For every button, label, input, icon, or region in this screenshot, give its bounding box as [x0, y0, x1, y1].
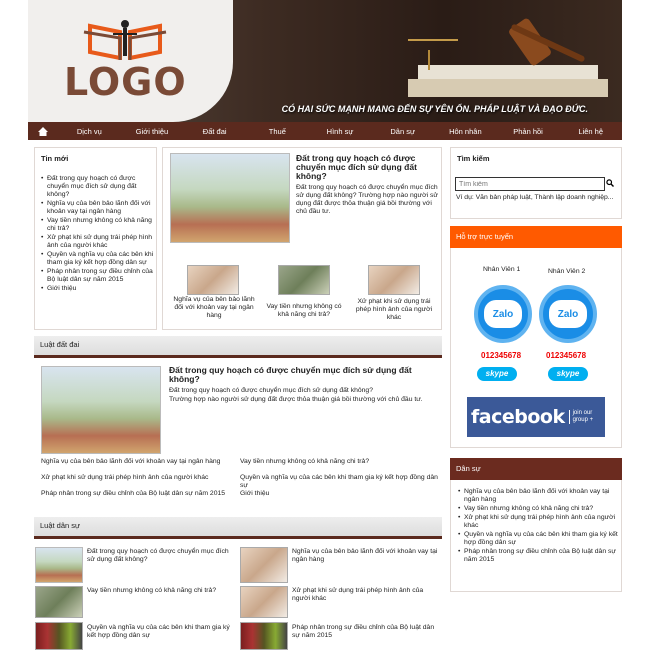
nav-hinh-su[interactable]: Hình sự [309, 127, 372, 136]
list-item[interactable]: Pháp nhân trong sự điều chỉnh của Bộ luậ… [41, 268, 156, 284]
related-image[interactable] [278, 265, 330, 295]
featured-box: Đất trong quy hoạch có được chuyển mục đ… [162, 147, 442, 330]
luat-dan-su-image[interactable] [240, 622, 288, 650]
gavel-icon [408, 18, 608, 97]
staff-phone[interactable]: 012345678 [546, 351, 586, 360]
staff-phone[interactable]: 012345678 [481, 351, 521, 360]
facebook-logo: facebook [471, 406, 565, 428]
related-link[interactable]: Xử phạt khi sử dụng trái phép hình ảnh c… [351, 298, 437, 322]
nav-phan-hoi[interactable]: Phản hồi [497, 127, 560, 136]
list-item[interactable]: Vay tiền nhưng không có khả năng chi trả… [458, 505, 620, 513]
list-item[interactable]: Nghĩa vụ của bên bảo lãnh đối với khoản … [458, 488, 620, 504]
nav-hon-nhan[interactable]: Hôn nhân [434, 127, 497, 136]
list-item[interactable]: Pháp nhân trong sự điều chỉnh của Bộ luậ… [458, 548, 620, 564]
nav-lien-he[interactable]: Liên hệ [559, 127, 622, 136]
support-title: Hỗ trợ trực tuyến [450, 226, 622, 248]
luat-dan-su-image[interactable] [35, 622, 83, 650]
nav-gioi-thieu[interactable]: Giới thiệu [121, 127, 184, 136]
logo-text: LOGO [64, 60, 187, 104]
zalo-icon[interactable]: Zalo [474, 285, 532, 343]
luat-dan-su-link[interactable]: Vay tiền nhưng không có khả năng chi trả… [87, 587, 237, 595]
zalo-icon[interactable]: Zalo [539, 285, 597, 343]
luat-dat-dai-link[interactable]: Pháp nhân trong sự điều chỉnh của Bộ luậ… [41, 490, 236, 498]
tin-moi-title: Tin mới [41, 154, 69, 163]
related-link[interactable]: Nghĩa vụ của bên bảo lãnh đối với khoản … [171, 296, 257, 320]
tin-moi-box: Tin mới Đất trong quy hoạch có được chuy… [34, 147, 157, 330]
staff-name: Nhân Viên 2 [548, 268, 586, 275]
luat-dan-su-image[interactable] [240, 547, 288, 583]
luat-dan-su-link[interactable]: Quyền và nghĩa vụ của các bên khi tham g… [87, 624, 237, 640]
slogan: CÓ HAI SỨC MẠNH MANG ĐẾN SỰ YÊN ỔN. PHÁP… [281, 104, 588, 114]
luat-dan-su-image[interactable] [240, 586, 288, 618]
header-banner: LOGO CÓ HAI SỨC MẠNH MANG ĐẾN SỰ YÊN ỔN.… [28, 0, 622, 122]
luat-dat-dai-link[interactable]: Xử phạt khi sử dụng trái phép hình ảnh c… [41, 474, 251, 482]
list-item[interactable]: Xử phạt khi sử dụng trái phép hình ảnh c… [458, 514, 620, 530]
skype-icon[interactable]: skype [477, 367, 517, 381]
skype-icon[interactable]: skype [548, 367, 588, 381]
luat-dan-su-link[interactable]: Nghĩa vụ của bên bảo lãnh đối với khoản … [292, 548, 440, 564]
list-item[interactable]: Giới thiệu [41, 285, 156, 293]
luat-dat-dai-image[interactable] [41, 366, 161, 454]
luat-dan-su-link[interactable]: Xử phạt khi sử dụng trái phép hình ảnh c… [292, 587, 440, 603]
search-hint: Ví dụ: Văn bản pháp luật, Thành lập doan… [456, 194, 614, 201]
luat-dat-dai-title: Luật đất đai [34, 336, 442, 358]
featured-image[interactable] [170, 153, 290, 243]
luat-dat-dai-desc2: Trường hợp nào người sử dụng đất được th… [169, 396, 423, 403]
logo-area[interactable]: LOGO [28, 0, 233, 122]
facebook-join-text: join our group + [568, 410, 593, 424]
list-item[interactable]: Đất trong quy hoạch có được chuyển mục đ… [41, 175, 156, 199]
luat-dat-dai-link[interactable]: Nghĩa vụ của bên bảo lãnh đối với khoản … [41, 458, 236, 466]
nav-dich-vu[interactable]: Dịch vụ [58, 127, 121, 136]
featured-title[interactable]: Đất trong quy hoạch có được chuyển mục đ… [296, 154, 436, 181]
luat-dan-su-link[interactable]: Đất trong quy hoạch có được chuyển mục đ… [87, 548, 237, 564]
list-item[interactable]: Quyền và nghĩa vụ của các bên khi tham g… [41, 251, 156, 267]
dan-su-list: Nghĩa vụ của bên bảo lãnh đối với khoản … [452, 488, 620, 565]
search-title: Tìm kiếm [457, 154, 490, 163]
search-icon[interactable] [606, 179, 614, 189]
luat-dan-su-link[interactable]: Pháp nhân trong sự điều chỉnh của Bộ luậ… [292, 624, 440, 640]
list-item[interactable]: Quyền và nghĩa vụ của các bên khi tham g… [458, 531, 620, 547]
staff-name: Nhân Viên 1 [483, 266, 521, 273]
luat-dat-dai-desc1: Đất trong quy hoạch có được chuyển mục đ… [169, 387, 373, 394]
related-link[interactable]: Vay tiền nhưng không có khả năng chi trả… [261, 303, 347, 319]
logo-books-icon [83, 20, 167, 60]
list-item[interactable]: Xử phạt khi sử dụng trái phép hình ảnh c… [41, 234, 156, 250]
main-nav: Dịch vụ Giới thiệu Đất đai Thuế Hình sự … [28, 122, 622, 140]
featured-desc: Đất trong quy hoạch có được chuyển mục đ… [296, 184, 438, 215]
nav-dat-dai[interactable]: Đất đai [183, 127, 246, 136]
dan-su-title: Dân sự [450, 458, 622, 480]
luat-dan-su-image[interactable] [35, 586, 83, 618]
luat-dat-dai-link[interactable]: Quyền và nghĩa vụ của các bên khi tham g… [240, 474, 440, 490]
nav-thue[interactable]: Thuế [246, 127, 309, 136]
tin-moi-list: Đất trong quy hoạch có được chuyển mục đ… [35, 175, 156, 293]
related-image[interactable] [187, 265, 239, 295]
home-icon[interactable] [28, 126, 58, 136]
luat-dan-su-image[interactable] [35, 547, 83, 583]
list-item[interactable]: Nghĩa vụ của bên bảo lãnh đối với khoản … [41, 200, 156, 216]
luat-dat-dai-link[interactable]: Giới thiệu [240, 490, 340, 498]
list-item[interactable]: Vay tiền nhưng không có khả năng chi trả… [41, 217, 156, 233]
luat-dat-dai-headline[interactable]: Đất trong quy hoạch có được chuyển mục đ… [169, 366, 439, 384]
related-image[interactable] [368, 265, 420, 295]
nav-dan-su[interactable]: Dân sự [371, 127, 434, 136]
luat-dat-dai-link[interactable]: Vay tiền nhưng không có khả năng chi trả… [240, 458, 440, 466]
search-input[interactable] [455, 177, 605, 191]
luat-dan-su-title: Luật dân sự [34, 517, 442, 539]
facebook-button[interactable]: facebook join our group + [467, 397, 605, 437]
